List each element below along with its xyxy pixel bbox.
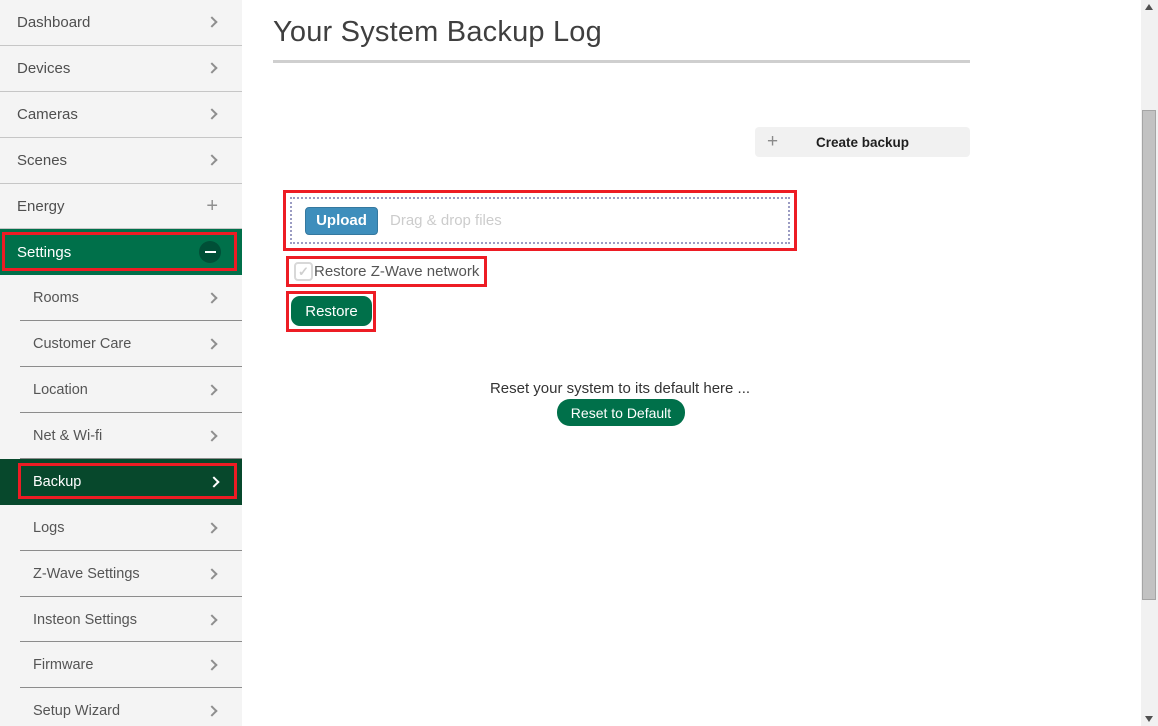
upload-dropzone[interactable]: Upload Drag & drop files [290, 197, 790, 244]
chevron-right-icon [206, 430, 218, 442]
sidebar-item-rooms[interactable]: Rooms [0, 275, 242, 322]
sidebar: Dashboard Devices Cameras Scenes Energy … [0, 0, 242, 726]
chevron-right-icon [206, 384, 218, 396]
sidebar-item-scenes[interactable]: Scenes [0, 138, 242, 184]
sidebar-item-zwave-settings[interactable]: Z-Wave Settings [0, 551, 242, 597]
chevron-right-icon [206, 154, 218, 166]
chevron-right-icon [206, 522, 218, 534]
chevron-right-icon [206, 292, 218, 304]
chevron-right-icon [206, 16, 218, 29]
sidebar-item-cameras[interactable]: Cameras [0, 92, 242, 138]
chevron-right-icon [206, 62, 218, 74]
title-divider [273, 60, 970, 63]
sidebar-item-logs[interactable]: Logs [0, 505, 242, 551]
chevron-right-icon [206, 338, 218, 350]
scroll-down-arrow-icon[interactable] [1145, 716, 1153, 722]
sidebar-item-net-wifi[interactable]: Net & Wi-fi [0, 413, 242, 459]
chevron-right-icon [206, 108, 218, 120]
sidebar-item-firmware[interactable]: Firmware [0, 642, 242, 689]
scroll-up-arrow-icon[interactable] [1145, 4, 1153, 10]
sidebar-item-dashboard[interactable]: Dashboard [0, 0, 242, 46]
chevron-right-icon [208, 476, 220, 488]
chevron-right-icon [206, 613, 218, 626]
checkbox-checked-icon[interactable]: ✓ [294, 262, 313, 281]
restore-zwave-checkbox-row[interactable]: ✓ Restore Z-Wave network [294, 262, 479, 281]
create-backup-label: Create backup [815, 134, 910, 150]
sidebar-item-insteon-settings[interactable]: Insteon Settings [0, 597, 242, 643]
sidebar-item-setup-wizard[interactable]: Setup Wizard [0, 688, 242, 726]
sidebar-item-settings[interactable]: Settings [0, 229, 242, 276]
scrollbar-thumb[interactable] [1142, 110, 1156, 600]
reset-to-default-button[interactable]: Reset to Default [557, 399, 685, 426]
minus-circle-icon [199, 241, 221, 264]
chevron-right-icon [206, 659, 218, 672]
chevron-right-icon [206, 705, 218, 717]
sidebar-item-backup[interactable]: Backup [0, 458, 242, 505]
backup-settings-page: Dashboard Devices Cameras Scenes Energy … [0, 0, 1158, 726]
sidebar-item-devices[interactable]: Devices [0, 46, 242, 92]
sidebar-item-customer-care[interactable]: Customer Care [0, 321, 242, 368]
chevron-right-icon [206, 567, 218, 580]
reset-help-text: Reset your system to its default here ..… [489, 380, 751, 397]
create-backup-button[interactable]: + Create backup [755, 127, 970, 157]
page-title: Your System Backup Log [273, 16, 602, 48]
plus-icon: + [206, 195, 218, 217]
restore-button[interactable]: Restore [291, 296, 372, 326]
restore-zwave-label: Restore Z-Wave network [314, 263, 480, 280]
sidebar-item-energy[interactable]: Energy + [0, 184, 242, 230]
upload-button[interactable]: Upload [305, 206, 378, 235]
sidebar-item-location[interactable]: Location [0, 367, 242, 413]
vertical-scrollbar[interactable] [1141, 0, 1158, 726]
dropzone-placeholder: Drag & drop files [390, 212, 502, 229]
